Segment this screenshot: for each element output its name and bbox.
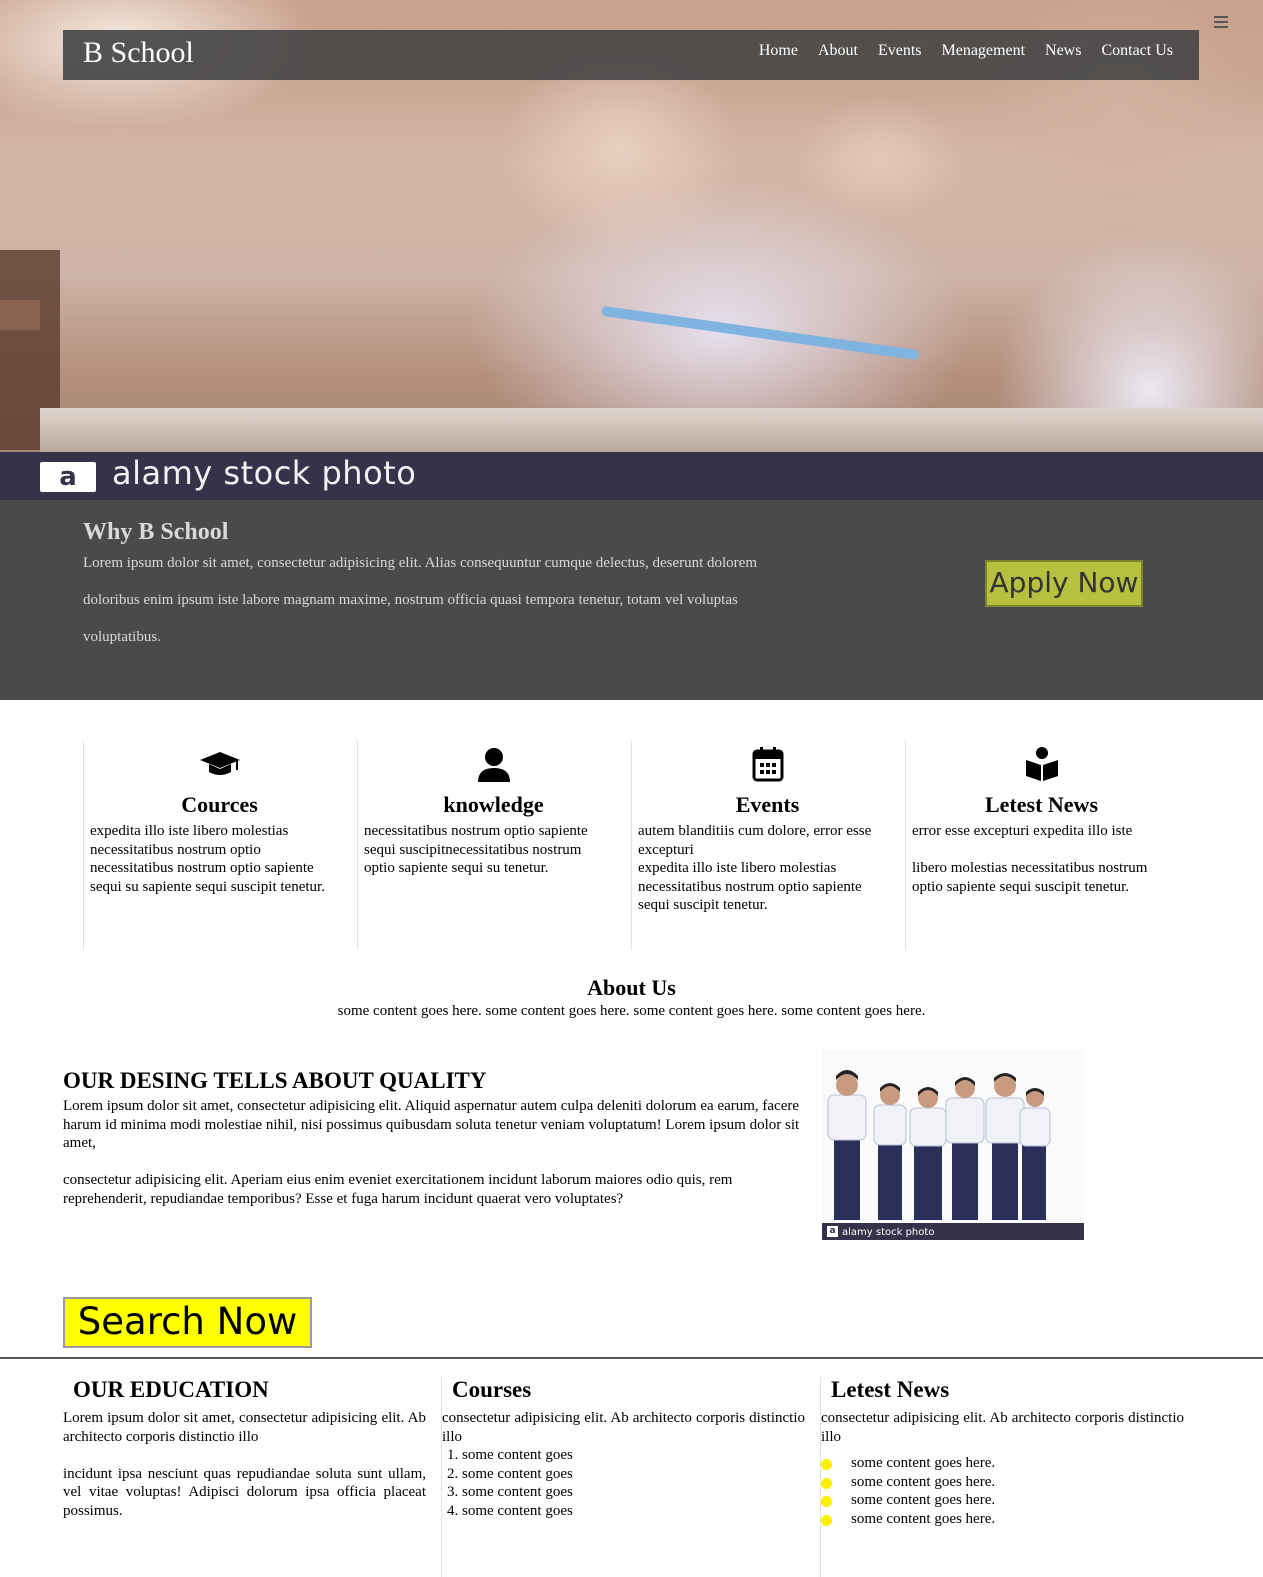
footer-education-text: Lorem ipsum dolor sit amet, consectetur … [63,1410,426,1445]
courses-list-item[interactable]: some content goes [462,1446,805,1465]
footer-courses-text: consectetur adipisicing elit. Ab archite… [442,1410,805,1445]
students-image: a alamy stock photo [822,1050,1084,1240]
quality-paragraph: consectetur adipisicing elit. Aperiam ei… [63,1172,733,1207]
courses-list: some content goes some content goes some… [442,1446,805,1520]
menu-icon[interactable] [1214,16,1228,30]
feature-title: Events [735,792,800,817]
footer-education-text: incidunt ipsa nesciunt quas repudiandae … [63,1465,426,1519]
feature-title: knowledge [443,792,544,817]
image-logo: a [827,1226,838,1237]
courses-list-item[interactable]: some content goes [462,1465,805,1484]
quality-paragraph: Lorem ipsum dolor sit amet, consectetur … [63,1098,800,1151]
why-title: Why B School [83,519,229,545]
feature-events: Events autem blanditiis cum dolore, erro… [631,740,903,950]
feature-text: autem blanditiis cum dolore, error esse … [638,823,872,913]
footer-education-title: OUR EDUCATION [73,1377,269,1402]
news-list-item[interactable]: some content goes here. [821,1473,1184,1492]
footer-news-title: Letest News [831,1377,950,1402]
image-caption: alamy stock photo [842,1227,935,1238]
feature-title: Letest News [984,792,1099,817]
news-list-item[interactable]: some content goes here. [821,1510,1184,1529]
footer-education: OUR EDUCATION Lorem ipsum dolor sit amet… [63,1377,426,1577]
why-text: Lorem ipsum dolor sit amet, consectetur … [83,555,758,645]
nav-contact[interactable]: Contact Us [1101,42,1173,60]
quality-title: OUR DESING TELLS ABOUT QUALITY [63,1068,487,1093]
apply-now-button[interactable]: Apply Now [985,560,1143,607]
watermark-logo: a [40,462,96,492]
courses-list-item[interactable]: some content goes [462,1483,805,1502]
section-divider [0,1357,1263,1359]
feature-news: Letest News error esse excepturi expedit… [905,740,1177,950]
news-list: some content goes here. some content goe… [821,1454,1184,1528]
hero-pen [600,305,920,361]
nav-management[interactable]: Menagement [941,42,1025,60]
footer-courses-title: Courses [452,1377,532,1402]
news-list-item[interactable]: some content goes here. [821,1491,1184,1510]
hero-bench-detail [0,300,40,330]
courses-list-item[interactable]: some content goes [462,1502,805,1521]
watermark-text: alamy stock photo [112,454,417,492]
feature-text: expedita illo iste libero molestias nece… [90,823,325,895]
graduation-cap-icon [199,746,241,785]
nav-events[interactable]: Events [878,42,922,60]
quality-text: Lorem ipsum dolor sit amet, consectetur … [63,1097,809,1227]
calendar-icon [752,746,784,787]
reader-icon [1025,746,1059,787]
hero-desk [40,408,1263,452]
user-icon [476,746,512,787]
search-now-button[interactable]: Search Now [63,1297,312,1348]
feature-text: necessitatibus nostrum optio sapiente se… [364,823,588,876]
nav-home[interactable]: Home [759,42,798,60]
feature-title: Cources [181,792,258,817]
feature-knowledge: knowledge necessitatibus nostrum optio s… [357,740,629,950]
about-title: About Us [587,975,676,1000]
students-illustration [827,1070,1051,1220]
feature-text: error esse excepturi expedita illo iste … [912,823,1148,895]
footer-news: Letest News consectetur adipisicing elit… [821,1377,1184,1577]
nav-about[interactable]: About [818,42,858,60]
footer-news-text: consectetur adipisicing elit. Ab archite… [821,1410,1184,1445]
nav-news[interactable]: News [1045,42,1081,60]
feature-courses: Cources expedita illo iste libero molest… [83,740,355,950]
nav-links: Home About Events Menagement News Contac… [739,42,1173,60]
footer-courses: Courses consectetur adipisicing elit. Ab… [442,1377,805,1577]
brand-logo[interactable]: B School [83,36,194,70]
about-text: some content goes here. some content goe… [337,1003,926,1019]
news-list-item[interactable]: some content goes here. [821,1454,1184,1473]
